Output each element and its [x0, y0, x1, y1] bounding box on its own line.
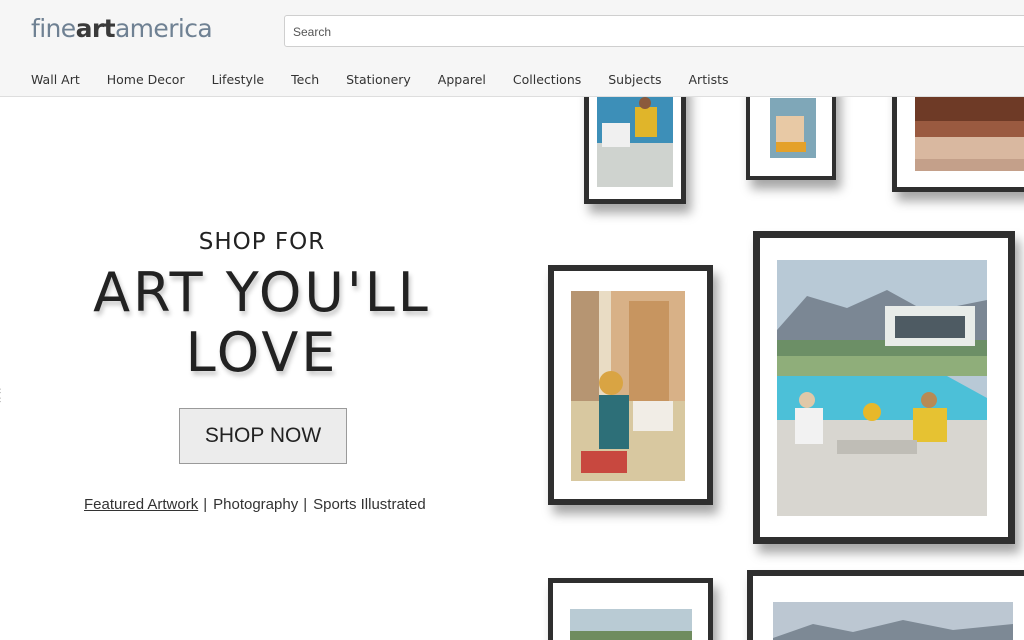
framed-artwork-woman-reading[interactable] — [548, 265, 713, 505]
nav-item-tech[interactable]: Tech — [291, 72, 319, 90]
nav-item-lifestyle[interactable]: Lifestyle — [212, 72, 265, 90]
link-sports-illustrated[interactable]: Sports Illustrated — [313, 496, 426, 513]
hero-title: ART YOU'LL LOVE — [0, 263, 524, 383]
nav-item-home-decor[interactable]: Home Decor — [107, 72, 185, 90]
nav-item-subjects[interactable]: Subjects — [608, 72, 661, 90]
framed-artwork-pool-small[interactable] — [584, 80, 686, 204]
site-header: fineartamerica Search Wall Art Home Deco… — [0, 0, 1024, 97]
hero-title-line-1: ART YOU'LL — [93, 261, 431, 324]
page: fineartamerica Search Wall Art Home Deco… — [0, 0, 1024, 640]
framed-artwork-poolside-gossip[interactable] — [753, 231, 1015, 544]
artwork-image — [570, 609, 692, 640]
artwork-image — [770, 98, 816, 158]
nav-item-wall-art[interactable]: Wall Art — [31, 72, 80, 90]
hero-links: Featured Artwork | Photography | Sports Illu… — [84, 496, 426, 513]
nav-item-stationery[interactable]: Stationery — [346, 72, 411, 90]
shop-now-button[interactable]: SHOP NOW — [179, 408, 347, 464]
artwork-image — [571, 291, 685, 481]
artwork-image — [777, 260, 987, 516]
logo-part-art: art — [75, 14, 116, 43]
hero-pretitle: SHOP FOR — [198, 229, 326, 255]
framed-artwork-bottom-right[interactable] — [747, 570, 1024, 640]
logo-part-america: america — [114, 14, 213, 43]
nav-item-collections[interactable]: Collections — [513, 72, 581, 90]
search-input[interactable]: Search — [284, 15, 1024, 47]
link-separator: | — [203, 496, 208, 513]
artwork-image — [597, 93, 673, 187]
nav-item-apparel[interactable]: Apparel — [438, 72, 486, 90]
link-photography[interactable]: Photography — [213, 496, 298, 513]
carousel-prev-icon[interactable]: ‹‹ — [0, 385, 1, 405]
logo-part-fine: fine — [31, 14, 76, 43]
framed-artwork-bottom-left[interactable] — [548, 578, 713, 640]
artwork-image — [915, 95, 1024, 171]
link-featured-artwork[interactable]: Featured Artwork — [84, 496, 198, 513]
artwork-image — [773, 602, 1013, 640]
nav-item-artists[interactable]: Artists — [689, 72, 729, 90]
site-logo[interactable]: fineartamerica — [31, 14, 213, 43]
link-separator: | — [303, 496, 308, 513]
main-nav: Wall Art Home Decor Lifestyle Tech Stati… — [31, 72, 729, 90]
hero-title-line-2: LOVE — [185, 321, 339, 384]
